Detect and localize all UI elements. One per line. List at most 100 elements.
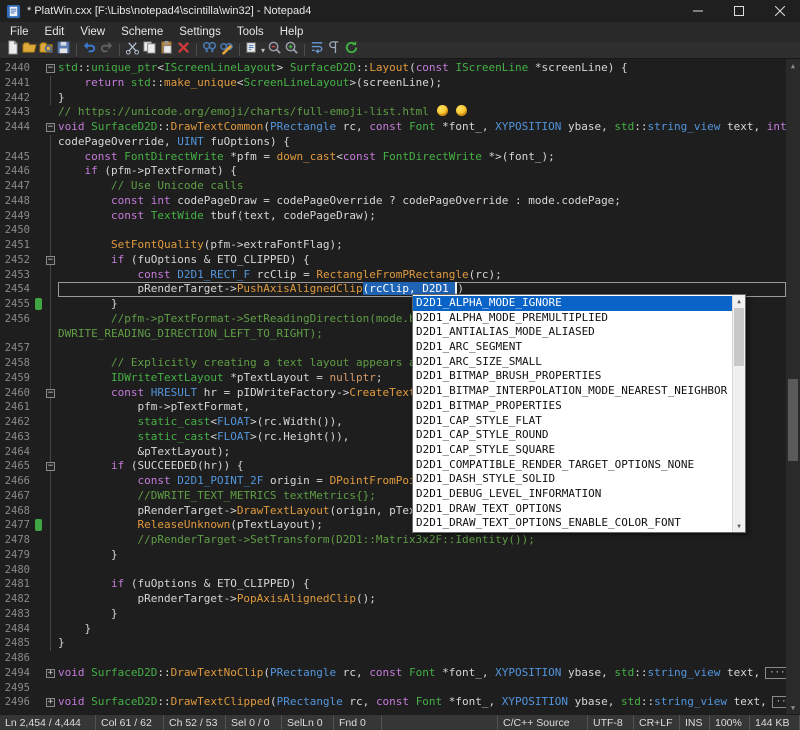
line-number[interactable]: 2457 bbox=[0, 341, 34, 356]
line-number[interactable]: 2461 bbox=[0, 400, 34, 415]
scheme-dropdown[interactable]: ▾ bbox=[245, 43, 265, 58]
line-number[interactable]: 2482 bbox=[0, 592, 34, 607]
line-number[interactable]: 2441 bbox=[0, 76, 34, 91]
autocomplete-item[interactable]: D2D1_ARC_SIZE_SMALL bbox=[413, 355, 732, 370]
fold-collapse-icon[interactable]: − bbox=[46, 64, 55, 73]
reload-button[interactable] bbox=[344, 43, 359, 58]
status-zoom-level[interactable]: 100% bbox=[710, 715, 750, 730]
scrollbar-thumb[interactable] bbox=[788, 379, 798, 461]
close-button[interactable] bbox=[759, 0, 800, 22]
line-number[interactable]: 2443 bbox=[0, 105, 34, 120]
status-document-type[interactable]: C/C++ Source bbox=[498, 715, 588, 730]
line-number[interactable]: 2456 bbox=[0, 312, 34, 327]
browse-files-button[interactable] bbox=[39, 43, 54, 58]
zoom-out-button[interactable] bbox=[267, 43, 282, 58]
line-number[interactable]: 2446 bbox=[0, 164, 34, 179]
line-number[interactable]: 2454 bbox=[0, 282, 34, 297]
menu-settings[interactable]: Settings bbox=[171, 24, 229, 40]
code-editor[interactable]: 2440−std::unique_ptr<IScreenLineLayout> … bbox=[0, 59, 800, 714]
paste-button[interactable] bbox=[159, 43, 174, 58]
line-number[interactable]: 2465 bbox=[0, 459, 34, 474]
line-number[interactable]: 2448 bbox=[0, 194, 34, 209]
menu-scheme[interactable]: Scheme bbox=[113, 24, 171, 40]
folded-code-ellipsis[interactable]: ··· bbox=[772, 696, 786, 708]
autocomplete-item[interactable]: D2D1_BITMAP_INTERPOLATION_MODE_NEAREST_N… bbox=[413, 384, 732, 399]
fold-expand-icon[interactable]: + bbox=[46, 669, 55, 678]
autocomplete-item[interactable]: D2D1_ANTIALIAS_MODE_ALIASED bbox=[413, 325, 732, 340]
line-number[interactable]: 2442 bbox=[0, 91, 34, 106]
redo-button[interactable] bbox=[99, 43, 114, 58]
line-number[interactable]: 2467 bbox=[0, 489, 34, 504]
line-number[interactable]: 2458 bbox=[0, 356, 34, 371]
line-number[interactable]: 2481 bbox=[0, 577, 34, 592]
autocomplete-item[interactable]: D2D1_DRAW_TEXT_OPTIONS_ENABLE_COLOR_FONT bbox=[413, 516, 732, 531]
line-number[interactable]: 2468 bbox=[0, 504, 34, 519]
fold-collapse-icon[interactable]: − bbox=[46, 462, 55, 471]
line-number[interactable]: 2478 bbox=[0, 533, 34, 548]
line-number[interactable]: 2484 bbox=[0, 622, 34, 637]
line-number[interactable]: 2449 bbox=[0, 209, 34, 224]
autocomplete-item[interactable]: D2D1_DASH_STYLE_SOLID bbox=[413, 472, 732, 487]
menu-file[interactable]: File bbox=[2, 24, 37, 40]
status-column[interactable]: Col 61 / 62 bbox=[96, 715, 164, 730]
autocomplete-item[interactable]: D2D1_DEBUG_LEVEL_INFORMATION bbox=[413, 487, 732, 502]
fold-collapse-icon[interactable]: − bbox=[46, 256, 55, 265]
line-number[interactable]: 2445 bbox=[0, 150, 34, 165]
status-overtype-mode[interactable]: INS bbox=[680, 715, 710, 730]
folded-code-ellipsis[interactable]: ··· bbox=[765, 667, 786, 679]
zoom-in-button[interactable] bbox=[284, 43, 299, 58]
scroll-up-arrow-icon[interactable]: ▲ bbox=[786, 59, 800, 72]
undo-button[interactable] bbox=[82, 43, 97, 58]
fold-expand-icon[interactable]: + bbox=[46, 698, 55, 707]
line-number[interactable]: 2494 bbox=[0, 666, 34, 681]
menu-edit[interactable]: Edit bbox=[37, 24, 73, 40]
line-number[interactable]: 2483 bbox=[0, 607, 34, 622]
line-number[interactable]: 2455 bbox=[0, 297, 34, 312]
line-number[interactable]: 2440 bbox=[0, 61, 34, 76]
line-number[interactable]: 2460 bbox=[0, 386, 34, 401]
scroll-down-arrow-icon[interactable]: ▼ bbox=[786, 701, 800, 714]
find-button[interactable] bbox=[202, 43, 217, 58]
line-number[interactable]: 2463 bbox=[0, 430, 34, 445]
line-number[interactable]: 2466 bbox=[0, 474, 34, 489]
line-number[interactable]: 2444 bbox=[0, 120, 34, 135]
fold-collapse-icon[interactable]: − bbox=[46, 123, 55, 132]
line-number[interactable]: 2450 bbox=[0, 223, 34, 238]
status-find-count[interactable]: Fnd 0 bbox=[334, 715, 382, 730]
line-number[interactable]: 2485 bbox=[0, 636, 34, 651]
autocomplete-item[interactable]: D2D1_DRAW_TEXT_OPTIONS bbox=[413, 502, 732, 517]
autocomplete-scroll-down-icon[interactable]: ▼ bbox=[733, 520, 745, 532]
status-encoding[interactable]: UTF-8 bbox=[588, 715, 634, 730]
titlebar[interactable]: * PlatWin.cxx [F:\Libs\notepad4\scintill… bbox=[0, 0, 800, 22]
autocomplete-scrollbar-thumb[interactable] bbox=[734, 308, 744, 366]
line-number[interactable]: 2486 bbox=[0, 651, 34, 666]
autocomplete-item[interactable]: D2D1_COMPATIBLE_RENDER_TARGET_OPTIONS_NO… bbox=[413, 458, 732, 473]
autocomplete-scrollbar[interactable]: ▲ ▼ bbox=[732, 295, 745, 532]
autocomplete-item[interactable]: D2D1_ALPHA_MODE_PREMULTIPLIED bbox=[413, 311, 732, 326]
line-number[interactable]: 2496 bbox=[0, 695, 34, 710]
menu-help[interactable]: Help bbox=[272, 24, 312, 40]
line-number[interactable]: 2462 bbox=[0, 415, 34, 430]
menu-view[interactable]: View bbox=[72, 24, 113, 40]
replace-button[interactable] bbox=[219, 43, 234, 58]
line-number[interactable]: 2464 bbox=[0, 445, 34, 460]
autocomplete-item[interactable]: D2D1_ARC_SEGMENT bbox=[413, 340, 732, 355]
open-file-button[interactable] bbox=[22, 43, 37, 58]
new-file-button[interactable] bbox=[5, 43, 20, 58]
autocomplete-item[interactable]: D2D1_CAP_STYLE_FLAT bbox=[413, 414, 732, 429]
editor-vertical-scrollbar[interactable]: ▲ ▼ bbox=[786, 59, 800, 714]
autocomplete-item[interactable]: D2D1_ALPHA_MODE_IGNORE bbox=[413, 296, 732, 311]
autocomplete-item[interactable]: D2D1_CAP_STYLE_ROUND bbox=[413, 428, 732, 443]
delete-button[interactable] bbox=[176, 43, 191, 58]
line-number[interactable]: 2451 bbox=[0, 238, 34, 253]
status-selection[interactable]: Sel 0 / 0 bbox=[226, 715, 282, 730]
line-number[interactable]: 2480 bbox=[0, 563, 34, 578]
line-number[interactable]: 2495 bbox=[0, 681, 34, 696]
status-selected-lines[interactable]: SelLn 0 bbox=[282, 715, 334, 730]
autocomplete-item[interactable]: D2D1_CAP_STYLE_SQUARE bbox=[413, 443, 732, 458]
fold-collapse-icon[interactable]: − bbox=[46, 389, 55, 398]
line-number[interactable]: 2459 bbox=[0, 371, 34, 386]
copy-button[interactable] bbox=[142, 43, 157, 58]
status-line-ending[interactable]: CR+LF bbox=[634, 715, 680, 730]
status-file-size[interactable]: 144 KB bbox=[750, 715, 800, 730]
